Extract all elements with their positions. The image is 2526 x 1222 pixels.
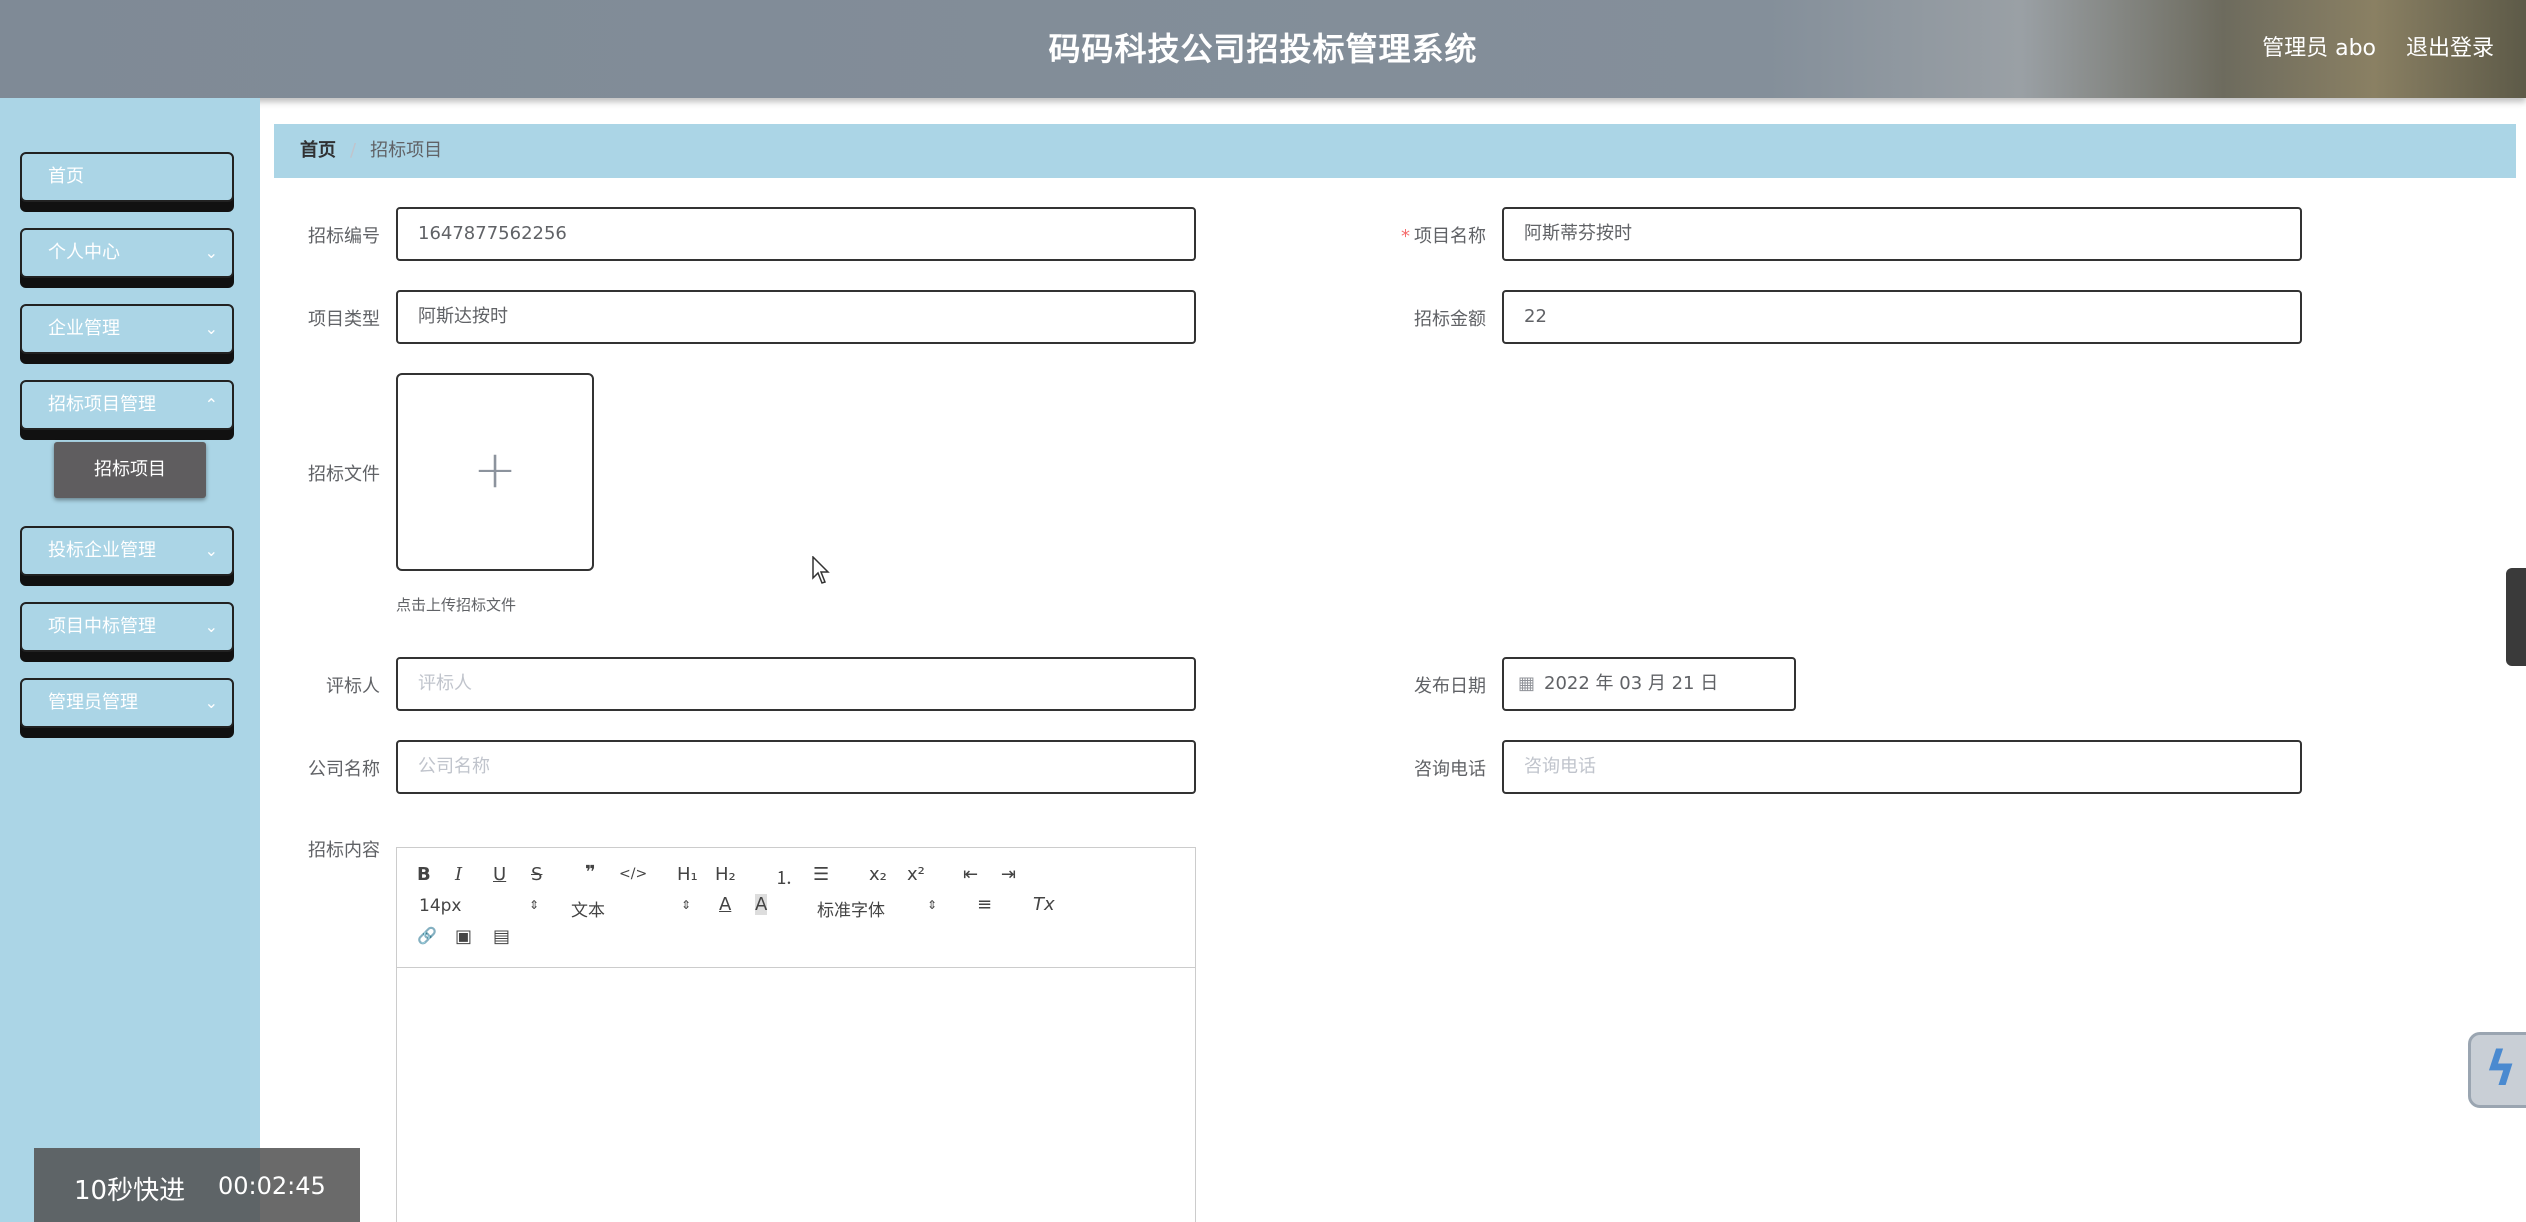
calendar-icon: ▦ <box>1518 673 1536 694</box>
sidebar-item-label: 项目中标管理 <box>48 616 156 637</box>
code-block-button[interactable]: </> <box>619 866 647 882</box>
phone-field[interactable]: 咨询电话 <box>1502 740 2302 794</box>
sidebar-item-bidder[interactable]: 投标企业管理 ⌄ <box>20 526 234 576</box>
breadcrumb-home[interactable]: 首页 <box>300 140 336 161</box>
plus-icon: + <box>473 440 517 500</box>
video-overlay: 10秒快进 00:02:45 <box>34 1148 360 1222</box>
header2-button[interactable]: H₂ <box>715 864 736 885</box>
fast-forward-button[interactable]: 10秒快进 <box>74 1170 185 1207</box>
chevron-up-icon: ⌃ <box>204 395 218 414</box>
sidebar-item-admin[interactable]: 管理员管理 ⌄ <box>20 678 234 728</box>
sidebar-item-label: 投标企业管理 <box>48 540 156 561</box>
reviewer-field[interactable]: 评标人 <box>396 657 1196 711</box>
content-label: 招标内容 <box>308 840 380 861</box>
align-button[interactable]: ≡ <box>977 894 992 915</box>
select-arrows-icon: ⇕ <box>529 898 540 912</box>
chevron-down-icon: ⌄ <box>204 243 218 262</box>
editor-toolbar: B I U S ❞ </> H₁ H₂ ⒈ ☰ x₂ x² ⇤ ⇥ 14px ⇕… <box>397 848 1195 968</box>
bid-amount-label: 招标金额 <box>1414 309 1486 330</box>
phone-label: 咨询电话 <box>1414 759 1486 780</box>
header-select[interactable]: 文本 ⇕ <box>571 896 691 921</box>
link-button[interactable]: 🔗 <box>417 926 437 945</box>
sidebar-item-label: 招标项目管理 <box>48 394 156 415</box>
bid-amount-field[interactable]: 22 <box>1502 290 2302 344</box>
text-color-button[interactable]: A <box>719 894 731 915</box>
header1-button[interactable]: H₁ <box>677 864 698 885</box>
chevron-down-icon: ⌄ <box>204 541 218 560</box>
chevron-down-icon: ⌄ <box>204 693 218 712</box>
rich-text-editor: B I U S ❞ </> H₁ H₂ ⒈ ☰ x₂ x² ⇤ ⇥ 14px ⇕… <box>396 847 1196 1222</box>
breadcrumb-current: 招标项目 <box>370 140 443 161</box>
app-title: 码码科技公司招投标管理系统 <box>1048 30 1478 68</box>
sidebar-item-home[interactable]: 首页 <box>20 152 234 202</box>
outdent-button[interactable]: ⇤ <box>963 864 978 885</box>
upload-tip: 点击上传招标文件 <box>396 596 517 614</box>
logout-button[interactable]: 退出登录 <box>2406 30 2494 62</box>
project-name-field[interactable]: 阿斯蒂芬按时 <box>1502 207 2302 261</box>
project-type-field[interactable]: 阿斯达按时 <box>396 290 1196 344</box>
video-button[interactable]: ▤ <box>493 926 510 947</box>
bid-number-field[interactable]: 1647877562256 <box>396 207 1196 261</box>
breadcrumb-separator: / <box>350 140 357 161</box>
indent-button[interactable]: ⇥ <box>1001 864 1016 885</box>
bid-file-label: 招标文件 <box>308 464 380 485</box>
sidebar-item-label: 企业管理 <box>48 318 120 339</box>
sidebar-item-enterprise[interactable]: 企业管理 ⌄ <box>20 304 234 354</box>
sidebar-item-label: 管理员管理 <box>48 692 138 713</box>
publish-date-picker[interactable]: ▦ 2022 年 03 月 21 日 <box>1502 657 1796 711</box>
chevron-down-icon: ⌄ <box>204 319 218 338</box>
select-arrows-icon: ⇕ <box>927 898 938 912</box>
sidebar-item-label: 个人中心 <box>48 242 120 263</box>
clean-format-button[interactable]: Tx <box>1033 894 1055 915</box>
strike-button[interactable]: S <box>531 864 542 885</box>
sidebar: 首页 个人中心 ⌄ 企业管理 ⌄ 招标项目管理 ⌃ 招标项目 投标企业管理 ⌄ … <box>0 98 260 1222</box>
breadcrumb: 首页 / 招标项目 <box>274 124 2516 178</box>
bullet-list-button[interactable]: ☰ <box>813 864 829 885</box>
required-mark: * <box>1401 226 1410 247</box>
sidebar-subitem-bid-project[interactable]: 招标项目 <box>54 442 206 498</box>
sidebar-item-bid-project[interactable]: 招标项目管理 ⌃ <box>20 380 234 430</box>
project-name-label: * 项目名称 <box>1401 226 1486 247</box>
subscript-button[interactable]: x₂ <box>869 864 887 885</box>
reviewer-label: 评标人 <box>326 676 380 697</box>
bold-button[interactable]: B <box>417 864 431 885</box>
lightning-icon: ϟ <box>2485 1041 2517 1097</box>
sidebar-item-personal-center[interactable]: 个人中心 ⌄ <box>20 228 234 278</box>
side-drawer-handle[interactable] <box>2506 568 2526 666</box>
current-user: 管理员 abo <box>2262 36 2376 61</box>
file-upload-button[interactable]: + <box>396 373 594 571</box>
bid-number-label: 招标编号 <box>308 226 380 247</box>
italic-button[interactable]: I <box>455 864 462 885</box>
company-name-label: 公司名称 <box>308 759 380 780</box>
floating-tool-button[interactable]: ϟ <box>2468 1032 2526 1108</box>
sidebar-item-winning[interactable]: 项目中标管理 ⌄ <box>20 602 234 652</box>
underline-button[interactable]: U <box>493 864 506 885</box>
company-name-field[interactable]: 公司名称 <box>396 740 1196 794</box>
font-size-select[interactable]: 14px ⇕ <box>419 896 539 916</box>
background-color-button[interactable]: A <box>755 894 768 915</box>
publish-date-label: 发布日期 <box>1414 676 1486 697</box>
select-arrows-icon: ⇕ <box>681 898 692 912</box>
top-header: 码码科技公司招投标管理系统 管理员 abo 退出登录 <box>0 0 2526 98</box>
blockquote-button[interactable]: ❞ <box>585 862 596 883</box>
playback-time: 00:02:45 <box>218 1172 326 1200</box>
publish-date-value: 2022 年 03 月 21 日 <box>1544 673 1719 694</box>
chevron-down-icon: ⌄ <box>204 617 218 636</box>
mouse-cursor-icon <box>812 556 830 584</box>
superscript-button[interactable]: x² <box>907 864 925 885</box>
ordered-list-button[interactable]: ⒈ <box>775 864 793 890</box>
image-button[interactable]: ▣ <box>455 926 472 947</box>
font-family-select[interactable]: 标准字体 ⇕ <box>817 896 937 921</box>
project-type-label: 项目类型 <box>308 309 380 330</box>
sidebar-item-label: 首页 <box>48 166 84 187</box>
